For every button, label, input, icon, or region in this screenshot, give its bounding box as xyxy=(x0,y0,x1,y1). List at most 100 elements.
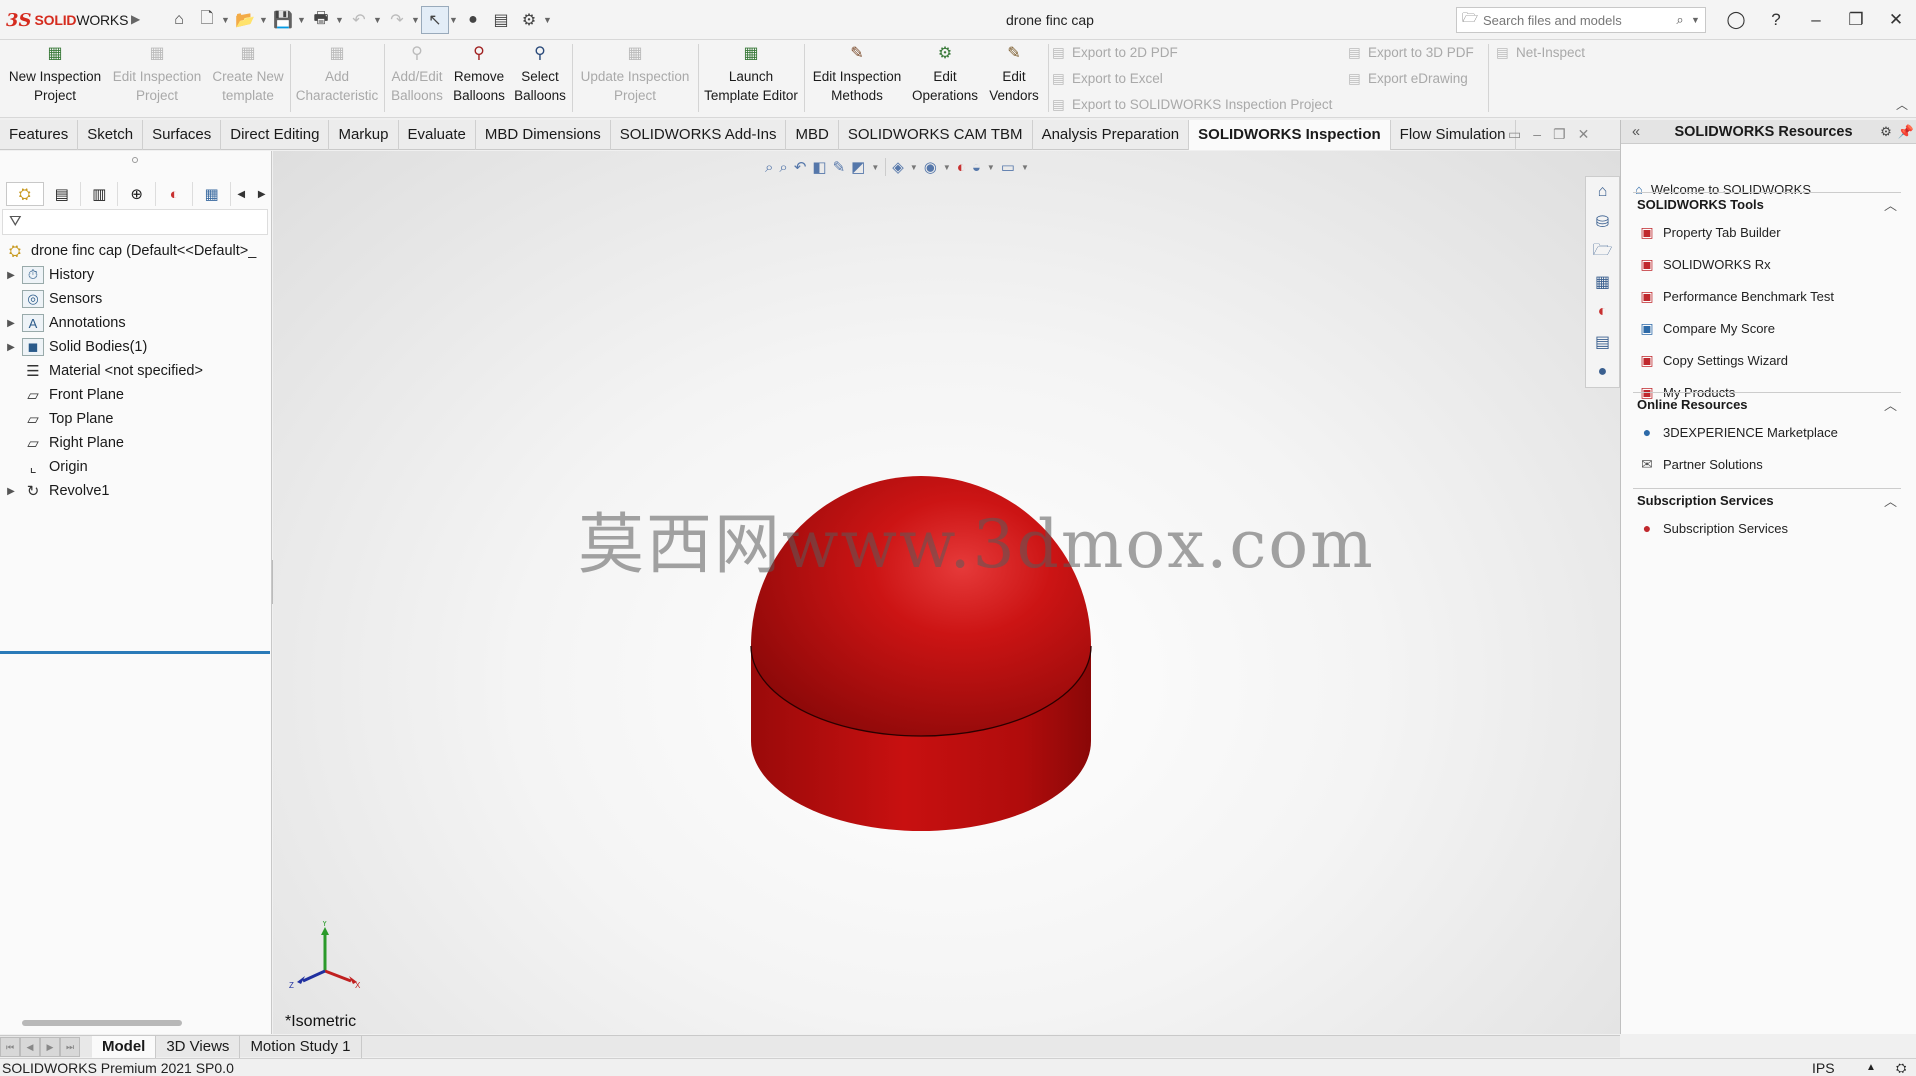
edit-inspection-project-button[interactable]: ▦ Edit Inspection Project xyxy=(108,44,206,114)
tree-item-revolve1[interactable]: ▶ ↻ Revolve1 xyxy=(0,479,272,503)
add-characteristic-button[interactable]: ▦ Add Characteristic xyxy=(294,44,380,114)
bottom-tab-model[interactable]: Model xyxy=(92,1035,157,1058)
resource-link-property-tab-builder[interactable]: ▣ Property Tab Builder xyxy=(1633,216,1901,248)
task-pane-settings-icon[interactable]: ⚙ xyxy=(1876,124,1896,140)
design-library-icon[interactable]: ⛁ xyxy=(1586,207,1619,237)
horizontal-scrollbar[interactable] xyxy=(22,1020,182,1026)
solidworks-logo[interactable]: 3S SOLIDWORKS xyxy=(6,9,128,31)
edit-operations-button[interactable]: ⚙ Edit Operations xyxy=(908,44,982,114)
account-icon[interactable]: ◯ xyxy=(1716,0,1756,40)
export-2d-pdf-button[interactable]: ▤ Export to 2D PDF xyxy=(1052,45,1178,61)
prev-tab-icon[interactable]: ◀ xyxy=(20,1036,40,1057)
select-balloons-button[interactable]: ⚲ Select Balloons xyxy=(512,44,568,114)
tab-solidworks-cam-tbm[interactable]: SOLIDWORKS CAM TBM xyxy=(839,120,1033,150)
rollback-bar[interactable] xyxy=(0,651,270,654)
first-tab-icon[interactable]: ⏮ xyxy=(0,1036,20,1057)
redo-icon[interactable]: ↷ xyxy=(383,6,411,34)
tab-solidworks-add-ins[interactable]: SOLIDWORKS Add-Ins xyxy=(611,120,787,150)
tab-solidworks-inspection[interactable]: SOLIDWORKS Inspection xyxy=(1189,120,1391,150)
tree-item-top-plane[interactable]: ▱ Top Plane xyxy=(0,407,272,431)
resources-home-icon[interactable]: ⌂ xyxy=(1586,177,1619,207)
export-excel-button[interactable]: ▤ Export to Excel xyxy=(1052,71,1163,87)
configuration-manager-tab-icon[interactable]: ▥ xyxy=(81,182,119,206)
net-inspect-button[interactable]: ▤ Net-Inspect xyxy=(1496,45,1585,61)
tab-analysis-preparation[interactable]: Analysis Preparation xyxy=(1033,120,1190,150)
view-palette-icon[interactable]: ▦ xyxy=(1586,267,1619,297)
update-inspection-project-button[interactable]: ▦ Update Inspection Project xyxy=(576,44,694,114)
search-input[interactable]: Search files and models xyxy=(1483,13,1669,28)
edit-vendors-button[interactable]: ✎ Edit Vendors xyxy=(984,44,1044,114)
tab-features[interactable]: Features xyxy=(0,120,79,150)
file-properties-icon[interactable]: ▤ xyxy=(487,6,515,34)
restore-icon[interactable]: ❐ xyxy=(1836,0,1876,40)
tab-surfaces[interactable]: Surfaces xyxy=(143,120,222,150)
resource-link-3dexperience-marketplace[interactable]: ● 3DEXPERIENCE Marketplace xyxy=(1633,416,1901,448)
section-header[interactable]: Online Resources ︿ xyxy=(1633,392,1901,416)
resource-link-solidworks-rx[interactable]: ▣ SOLIDWORKS Rx xyxy=(1633,248,1901,280)
new-dropdown-icon[interactable]: ▼ xyxy=(221,15,231,25)
pin-icon[interactable]: 📌 xyxy=(1896,124,1916,140)
tab-scroll-left-icon[interactable]: ◀ xyxy=(231,189,252,200)
help-icon[interactable]: ? xyxy=(1756,0,1796,40)
new-document-icon[interactable]: 🗋 xyxy=(193,6,221,34)
export-edrawing-button[interactable]: ▤ Export eDrawing xyxy=(1348,71,1468,87)
collapse-section-icon[interactable]: ︿ xyxy=(1884,491,1901,510)
select-dropdown-icon[interactable]: ▼ xyxy=(449,15,459,25)
community-icon[interactable]: ● xyxy=(1586,357,1619,387)
resource-link-performance-benchmark-test[interactable]: ▣ Performance Benchmark Test xyxy=(1633,280,1901,312)
search-box[interactable]: 🗁 Search files and models ⌕ ▼ xyxy=(1456,7,1706,33)
tab-flow-simulation[interactable]: Flow Simulation xyxy=(1391,120,1516,150)
tree-item-front-plane[interactable]: ▱ Front Plane xyxy=(0,383,272,407)
resource-link-partner-solutions[interactable]: ✉ Partner Solutions xyxy=(1633,448,1901,480)
section-header[interactable]: Subscription Services ︿ xyxy=(1633,488,1901,512)
graphics-area[interactable]: ⌕ ⌕ ↶ ◧ ✎ ◩ ▼ ◈ ▼ ◉ ▼ ◐ ◒ ▼ ▭ ▼ 莫西网www.3… xyxy=(273,151,1620,1034)
tab-mbd-dimensions[interactable]: MBD Dimensions xyxy=(476,120,611,150)
remove-balloons-button[interactable]: ⚲ Remove Balloons xyxy=(448,44,510,114)
tab-sketch[interactable]: Sketch xyxy=(78,120,144,150)
bottom-tab-motion-study-1[interactable]: Motion Study 1 xyxy=(240,1035,362,1058)
last-tab-icon[interactable]: ⏭ xyxy=(60,1036,80,1057)
bottom-tab-3d-views[interactable]: 3D Views xyxy=(156,1035,241,1058)
tree-item-sensors[interactable]: ◎ Sensors xyxy=(0,287,272,311)
print-icon[interactable]: 🖶 xyxy=(307,6,335,34)
file-explorer-icon[interactable]: 🗁 xyxy=(1586,237,1619,267)
tree-item-material-not-specified[interactable]: ☰ Material <not specified> xyxy=(0,359,272,383)
expand-arrow-icon[interactable]: ▶ xyxy=(0,318,22,329)
resource-link-compare-my-score[interactable]: ▣ Compare My Score xyxy=(1633,312,1901,344)
tree-root-part[interactable]: ⛭ drone finc cap (Default<<Default>_ xyxy=(0,239,272,263)
tab-evaluate[interactable]: Evaluate xyxy=(399,120,476,150)
collapse-ribbon-icon[interactable]: ︿ xyxy=(1896,96,1908,113)
save-icon[interactable]: 💾 xyxy=(269,6,297,34)
tab-markup[interactable]: Markup xyxy=(329,120,399,150)
resource-link-subscription-services[interactable]: ● Subscription Services xyxy=(1633,512,1901,544)
open-dropdown-icon[interactable]: ▼ xyxy=(259,15,269,25)
close-icon[interactable]: ✕ xyxy=(1876,0,1916,40)
expand-arrow-icon[interactable]: ▶ xyxy=(0,270,22,281)
minimize-icon[interactable]: – xyxy=(1796,0,1836,40)
launch-template-editor-button[interactable]: ▦ Launch Template Editor xyxy=(702,44,800,114)
property-manager-tab-icon[interactable]: ▤ xyxy=(44,182,81,206)
collapse-task-pane-icon[interactable]: « xyxy=(1621,124,1651,140)
unit-system[interactable]: IPS xyxy=(1812,1059,1835,1076)
expand-arrow-icon[interactable]: ▶ xyxy=(0,486,22,497)
section-header[interactable]: SOLIDWORKS Tools ︿ xyxy=(1633,192,1901,216)
tile-window-icon[interactable]: ▭ xyxy=(1508,126,1521,143)
collapse-section-icon[interactable]: ︿ xyxy=(1884,195,1901,214)
select-pointer-icon[interactable]: ↖ xyxy=(421,6,449,34)
menu-expand-arrow-icon[interactable]: ▶ xyxy=(131,12,140,26)
panel-drag-handle[interactable] xyxy=(132,157,138,163)
appearances-icon[interactable]: ◐ xyxy=(1586,297,1619,327)
save-dropdown-icon[interactable]: ▼ xyxy=(297,15,307,25)
export-3d-pdf-button[interactable]: ▤ Export to 3D PDF xyxy=(1348,45,1474,61)
create-new-template-button[interactable]: ▦ Create New template xyxy=(208,44,288,114)
tree-item-solid-bodies-1[interactable]: ▶ ◼ Solid Bodies(1) xyxy=(0,335,272,359)
tree-item-annotations[interactable]: ▶ A Annotations xyxy=(0,311,272,335)
units-menu-icon[interactable]: ▲ xyxy=(1866,1059,1876,1076)
tree-item-history[interactable]: ▶ ⏱ History xyxy=(0,263,272,287)
doc-close-icon[interactable]: ✕ xyxy=(1578,126,1590,143)
options-dropdown-icon[interactable]: ▼ xyxy=(543,15,553,25)
rebuild-status-icon[interactable]: ⛭ xyxy=(1896,1059,1906,1076)
tree-item-origin[interactable]: ⌞ Origin xyxy=(0,455,272,479)
model-render[interactable] xyxy=(273,151,1620,1034)
collapse-section-icon[interactable]: ︿ xyxy=(1884,395,1901,414)
